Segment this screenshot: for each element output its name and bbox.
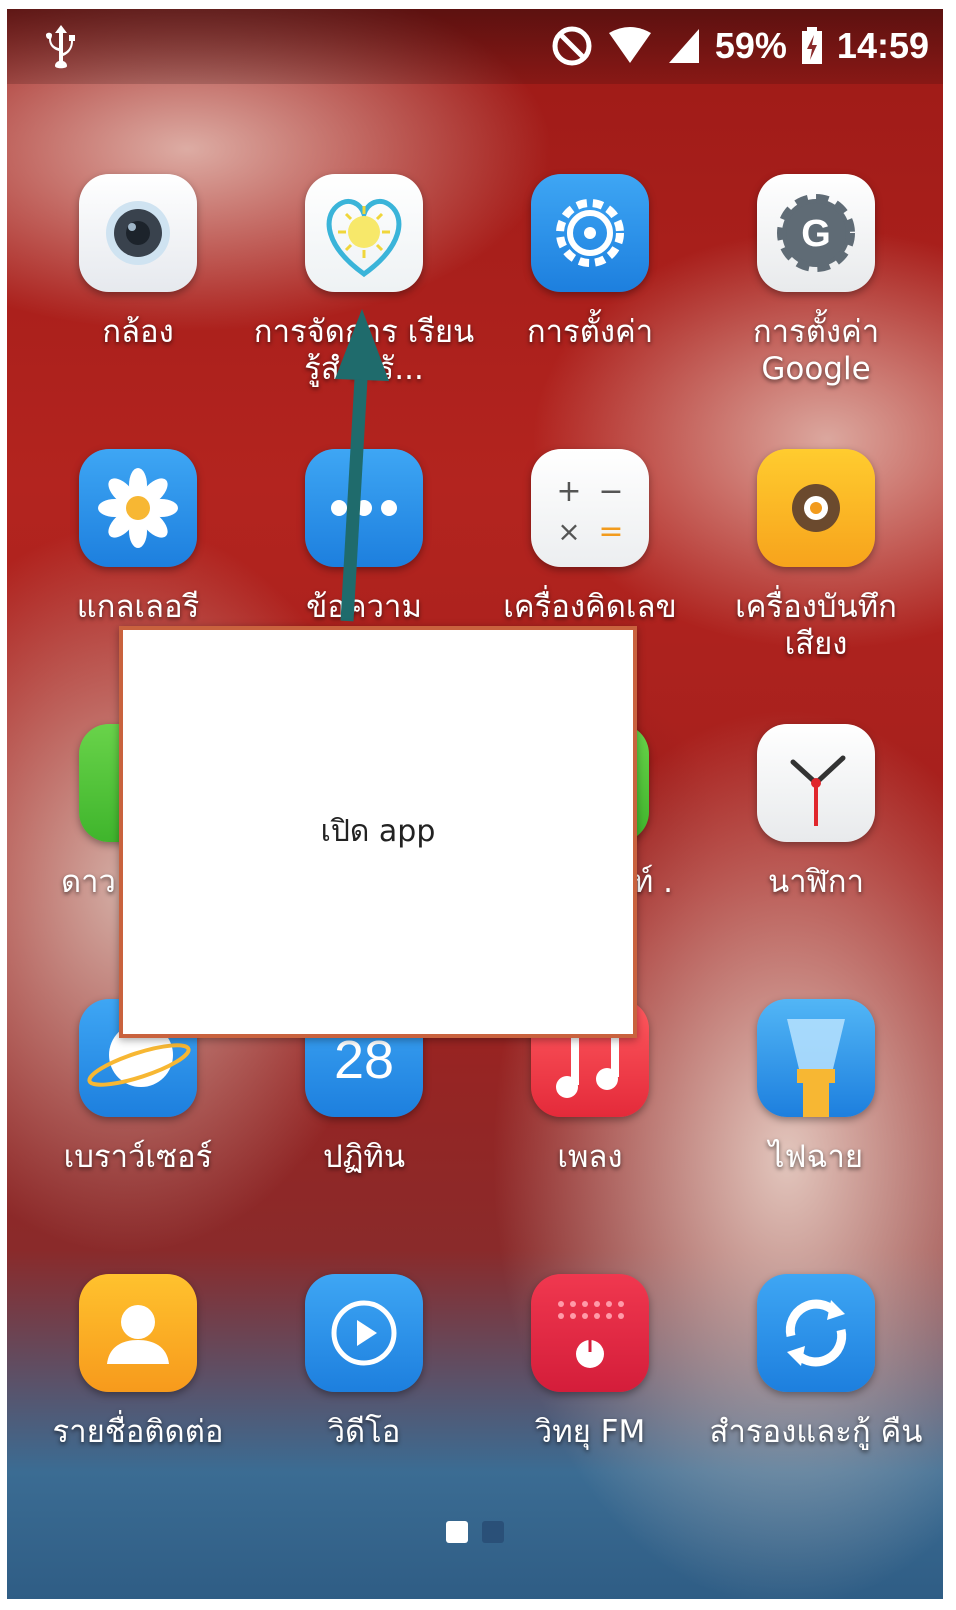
app-voice-recorder[interactable]: เครื่องบันทึก เสียง [703,449,929,663]
app-flashlight[interactable]: ไฟฉาย [703,999,929,1176]
svg-text:−: − [598,474,623,509]
wifi-icon [608,27,651,63]
google-settings-icon: G [757,174,875,292]
cell-signal-icon [668,29,699,63]
app-calculator[interactable]: + − × = เครื่องคิดเลข [477,449,703,626]
app-messages[interactable]: ข้อความ [251,449,477,626]
voice-recorder-icon [757,449,875,567]
open-app-dialog[interactable]: เปิด app [119,626,637,1038]
app-contacts[interactable]: รายชื่อติดต่อ [25,1274,251,1451]
dialog-text: เปิด app [320,814,436,849]
svg-text:=: = [598,514,623,549]
flashlight-icon [757,999,875,1117]
messages-icon [305,449,423,567]
app-label: รายชื่อติดต่อ [52,1414,224,1450]
app-backup-restore[interactable]: สำรองและกู้ คืน [703,1274,929,1451]
app-label: แกลเลอรี [76,589,200,625]
battery-percent: 59% [714,25,787,66]
calendar-day: 28 [333,1030,395,1090]
app-clock[interactable]: นาฬิกา [703,724,929,901]
battery-charging-icon [801,27,822,64]
home-screen: 59% 14:59 กล้อง การจัดการ เรียนรู้สำหรั.… [7,9,943,1599]
heart-sun-icon [305,174,423,292]
fm-radio-icon [531,1274,649,1392]
gallery-flower-icon [79,449,197,567]
app-label: การตั้งค่า [526,314,654,350]
svg-text:×: × [557,515,580,548]
app-label: เบราว์เซอร์ [63,1139,213,1175]
app-camera[interactable]: กล้อง [25,174,251,351]
app-label: กล้อง [102,314,174,350]
camera-icon [79,174,197,292]
app-label: การจัดการ เรียนรู้สำหรั... [253,314,475,387]
app-label: วิทยุ FM [534,1414,646,1450]
settings-gear-icon [531,174,649,292]
app-label: นาฬิกา [768,864,864,900]
clock-icon [757,724,875,842]
svg-text:G: G [801,213,831,255]
usb-icon [46,25,75,69]
app-label: วิดีโอ [327,1414,401,1450]
app-fm-radio[interactable]: วิทยุ FM [477,1274,703,1451]
calculator-icon: + − × = [531,449,649,567]
backup-restore-icon [757,1274,875,1392]
app-video[interactable]: วิดีโอ [251,1274,477,1451]
app-learning-management[interactable]: การจัดการ เรียนรู้สำหรั... [251,174,477,388]
app-label: ปฏิทิน [322,1139,406,1175]
app-label: เครื่องคิดเลข [503,589,677,625]
app-label: การตั้งค่า Google [752,314,880,387]
app-settings[interactable]: การตั้งค่า [477,174,703,351]
app-label: ไฟฉาย [768,1139,864,1175]
clock-time: 14:59 [836,25,929,66]
app-label: เครื่องบันทึก เสียง [735,589,897,662]
do-not-disturb-icon [552,26,592,66]
app-google-settings[interactable]: G การตั้งค่า Google [703,174,929,388]
svg-text:+: + [556,474,581,509]
page-dot[interactable] [482,1521,504,1543]
app-label: สำรองและกู้ คืน [709,1414,923,1450]
page-dot-active[interactable] [446,1521,468,1543]
contacts-icon [79,1274,197,1392]
app-label: เพลง [557,1139,623,1175]
status-bar: 59% 14:59 [7,9,943,84]
video-icon [305,1274,423,1392]
app-gallery[interactable]: แกลเลอรี [25,449,251,626]
app-label: ข้อความ [306,589,422,625]
page-indicator [7,1521,943,1543]
